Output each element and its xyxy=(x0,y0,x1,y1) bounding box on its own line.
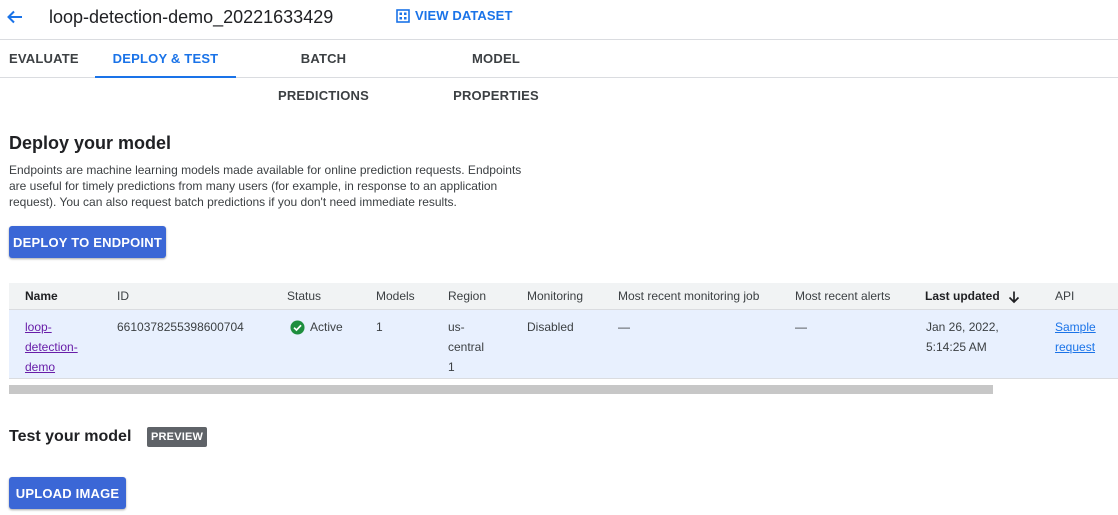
table-header: Name ID Status Models Region Monitoring … xyxy=(9,283,1118,310)
upload-image-button[interactable]: UPLOAD IMAGE xyxy=(9,477,126,509)
models-count: 1 xyxy=(376,320,383,334)
sample-request-link[interactable]: Sample request xyxy=(1055,317,1109,357)
column-header-monitoring[interactable]: Monitoring xyxy=(527,283,583,310)
last-updated-label: Last updated xyxy=(925,289,1000,303)
back-button[interactable] xyxy=(4,6,26,28)
tab-batch-predictions[interactable]: BATCH PREDICTIONS xyxy=(260,40,387,103)
column-header-status[interactable]: Status xyxy=(287,283,321,310)
deploy-heading: Deploy your model xyxy=(9,133,172,153)
column-header-models[interactable]: Models xyxy=(376,283,415,310)
column-header-id[interactable]: ID xyxy=(117,283,129,310)
column-header-recent-alerts[interactable]: Most recent alerts xyxy=(795,283,890,310)
endpoint-name-link[interactable]: loop-detection-demo xyxy=(25,317,95,377)
column-header-last-updated[interactable]: Last updated xyxy=(925,283,1021,310)
view-dataset-button[interactable]: VIEW DATASET xyxy=(396,8,513,24)
arrow-left-icon xyxy=(7,10,22,24)
deploy-description: Endpoints are machine learning models ma… xyxy=(9,163,522,209)
test-heading: Test your model xyxy=(9,428,132,445)
status-cell: Active xyxy=(290,317,343,337)
tab-model-properties[interactable]: MODEL PROPERTIES xyxy=(435,40,557,103)
endpoint-id: 6610378255398600704 xyxy=(117,320,244,334)
top-bar: loop-detection-demo_20221633429 VIEW DAT… xyxy=(0,0,1118,40)
endpoints-table: Name ID Status Models Region Monitoring … xyxy=(9,283,1118,379)
grid-icon xyxy=(396,9,410,23)
tab-evaluate[interactable]: EVALUATE xyxy=(9,40,79,78)
last-updated-value: Jan 26, 2022, 5:14:25 AM xyxy=(926,320,999,354)
column-header-name[interactable]: Name xyxy=(25,283,58,310)
table-row: loop-detection-demo 6610378255398600704 … xyxy=(9,310,1118,379)
status-text: Active xyxy=(310,320,343,334)
page-title: loop-detection-demo_20221633429 xyxy=(49,7,334,27)
column-header-api: API xyxy=(1055,289,1075,303)
view-dataset-label: VIEW DATASET xyxy=(415,8,513,23)
preview-badge: PREVIEW xyxy=(147,427,208,447)
arrow-down-icon xyxy=(1008,291,1019,303)
column-header-recent-job[interactable]: Most recent monitoring job xyxy=(618,283,759,310)
region-value: us-central1 xyxy=(448,320,485,374)
column-header-region[interactable]: Region xyxy=(448,283,486,310)
horizontal-scrollbar[interactable] xyxy=(9,385,993,394)
recent-job-value: — xyxy=(618,320,630,334)
monitoring-value: Disabled xyxy=(527,320,574,334)
deploy-to-endpoint-button[interactable]: DEPLOY TO ENDPOINT xyxy=(9,226,166,258)
recent-alerts-value: — xyxy=(795,320,807,334)
tab-bar: EVALUATE DEPLOY & TEST BATCH PREDICTIONS… xyxy=(0,40,1118,103)
tab-deploy-test[interactable]: DEPLOY & TEST xyxy=(95,40,236,78)
check-circle-icon xyxy=(290,319,305,335)
